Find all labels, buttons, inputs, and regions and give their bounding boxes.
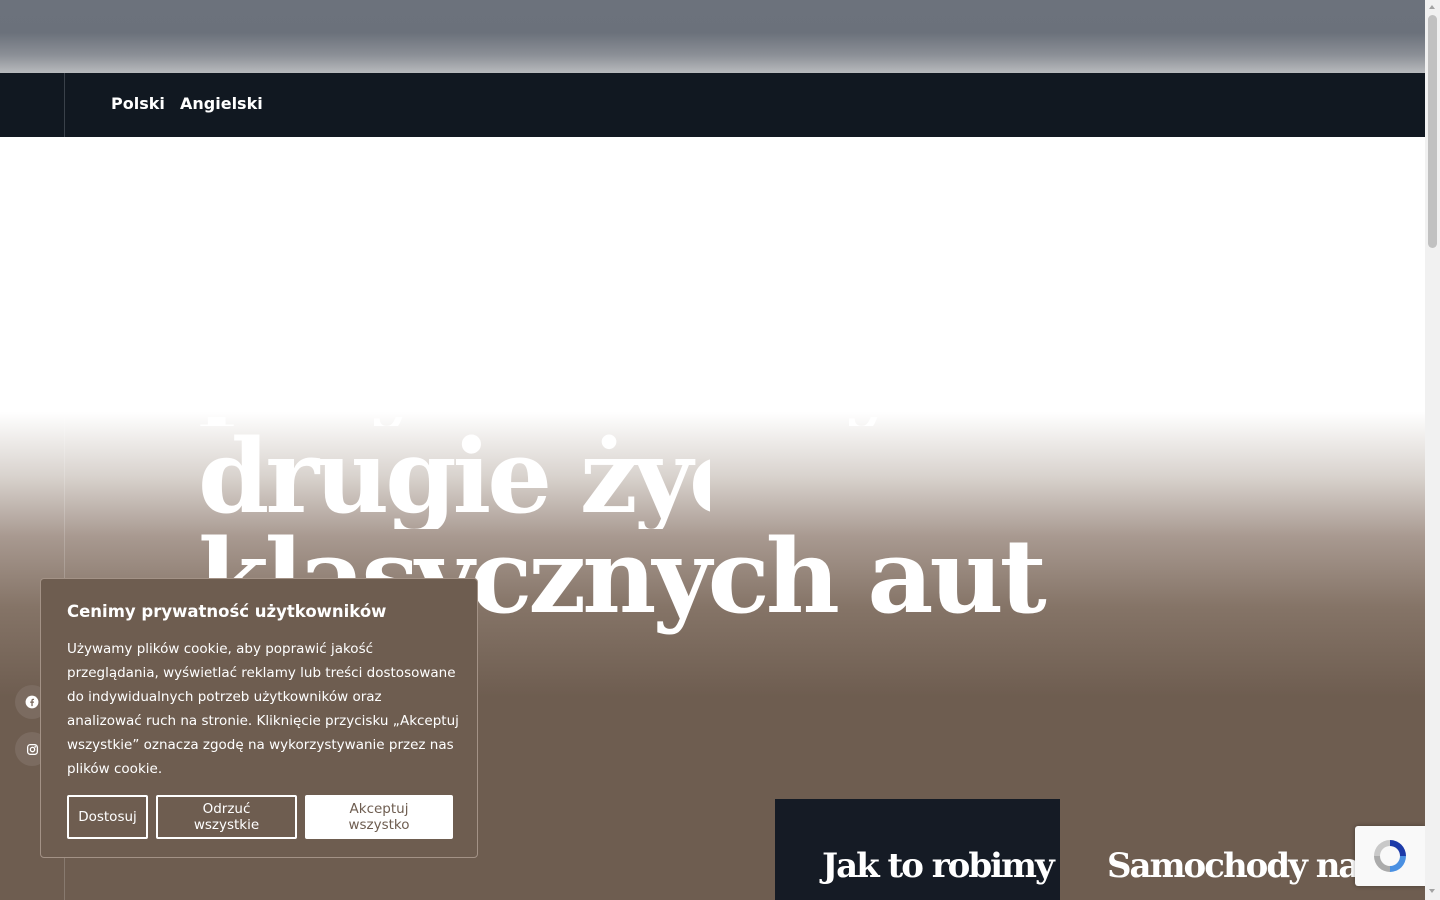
recaptcha-icon xyxy=(1374,840,1406,872)
reject-all-button[interactable]: Odrzuć wszystkie xyxy=(156,795,297,839)
cookie-buttons: Dostosuj Odrzuć wszystkie Akceptuj wszys… xyxy=(67,795,453,839)
how-we-do-it-card[interactable]: Jak to robimy xyxy=(775,799,1060,900)
page-scrollbar[interactable] xyxy=(1425,0,1440,900)
nav-divider xyxy=(64,73,65,137)
facebook-icon xyxy=(25,695,39,709)
customize-button[interactable]: Dostosuj xyxy=(67,795,148,839)
hero-heading-line-2: drugie życie xyxy=(198,425,710,529)
recaptcha-badge[interactable] xyxy=(1355,826,1425,886)
scroll-up-icon[interactable] xyxy=(1429,5,1435,9)
top-strip xyxy=(0,0,1425,73)
accept-all-button[interactable]: Akceptuj wszystko xyxy=(305,795,453,839)
hero-heading-line-1: przywracamy xyxy=(198,314,900,434)
language-nav: Polski Angielski xyxy=(0,73,1425,137)
scroll-down-icon[interactable] xyxy=(1429,889,1435,893)
cookie-description: Używamy plików cookie, aby poprawić jako… xyxy=(67,641,459,777)
nav-link-angielski[interactable]: Angielski xyxy=(180,94,263,114)
cookie-title: Cenimy prywatność użytkowników xyxy=(67,602,387,621)
card-title: Jak to robimy xyxy=(822,846,1055,886)
scroll-thumb[interactable] xyxy=(1428,15,1437,248)
cookie-consent-dialog: Cenimy prywatność użytkowników Używamy p… xyxy=(40,578,478,858)
nav-link-polski[interactable]: Polski xyxy=(111,94,165,114)
instagram-icon xyxy=(26,743,38,755)
